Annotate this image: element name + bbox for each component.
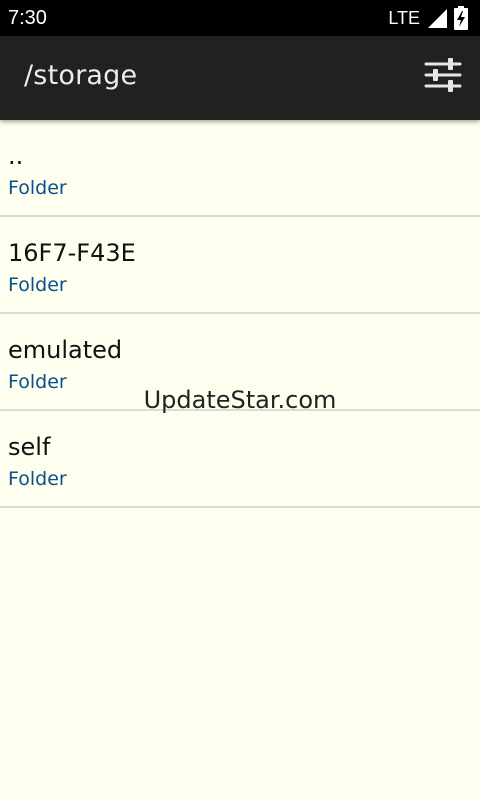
list-item[interactable]: self Folder [0, 411, 480, 508]
filter-settings-button[interactable] [420, 54, 466, 100]
battery-icon [454, 6, 468, 30]
status-bar: 7:30 LTE [0, 0, 480, 36]
network-type: LTE [388, 7, 420, 28]
list-item-parent[interactable]: .. Folder [0, 120, 480, 217]
file-list: .. Folder 16F7-F43E Folder emulated Fold… [0, 120, 480, 508]
sliders-icon [423, 55, 463, 99]
signal-icon [426, 7, 448, 29]
item-type: Folder [8, 371, 67, 393]
item-type: Folder [8, 468, 67, 490]
item-name: .. [8, 142, 24, 170]
list-item[interactable]: emulated Folder [0, 314, 480, 411]
status-time: 7:30 [8, 6, 47, 29]
item-name: 16F7-F43E [8, 239, 136, 267]
list-item[interactable]: 16F7-F43E Folder [0, 217, 480, 314]
item-type: Folder [8, 177, 67, 199]
status-icons: LTE [388, 6, 468, 30]
item-name: self [8, 433, 51, 461]
item-type: Folder [8, 274, 67, 296]
item-name: emulated [8, 336, 123, 364]
app-bar: /storage [0, 36, 480, 120]
page-title: /storage [24, 60, 138, 91]
